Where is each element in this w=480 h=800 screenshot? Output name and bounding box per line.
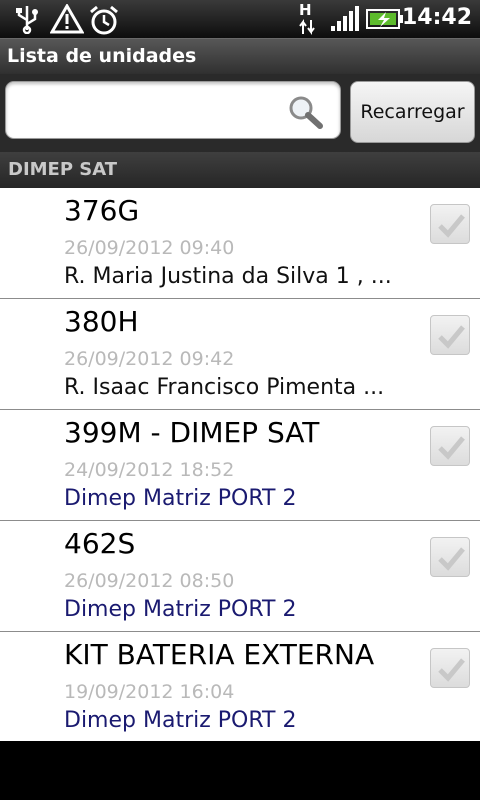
item-checkbox[interactable] xyxy=(430,648,470,688)
item-date: 26/09/2012 09:42 xyxy=(64,348,235,370)
clock: 14:42 xyxy=(401,5,472,30)
title-bar: Lista de unidades xyxy=(0,38,480,74)
alarm-icon xyxy=(90,5,118,35)
usb-icon xyxy=(16,6,38,34)
warning-icon xyxy=(50,4,84,34)
battery-charging-icon xyxy=(366,9,403,29)
signal-icon xyxy=(331,6,359,31)
item-checkbox[interactable] xyxy=(430,426,470,466)
unit-list: 376G 26/09/2012 09:40 R. Maria Justina d… xyxy=(0,188,480,741)
section-label: DIMEP SAT xyxy=(8,159,118,180)
item-checkbox[interactable] xyxy=(430,315,470,355)
search-row: Recarregar xyxy=(0,74,480,152)
list-item[interactable]: KIT BATERIA EXTERNA 19/09/2012 16:04 Dim… xyxy=(0,632,480,743)
list-item[interactable]: 380H 26/09/2012 09:42 R. Isaac Francisco… xyxy=(0,299,480,410)
item-title: 399M - DIMEP SAT xyxy=(64,416,320,449)
item-subtitle: R. Maria Justina da Silva 1 , ... xyxy=(64,264,392,289)
item-date: 24/09/2012 18:52 xyxy=(64,459,235,481)
item-date: 19/09/2012 16:04 xyxy=(64,681,235,703)
section-header: DIMEP SAT xyxy=(0,152,480,188)
network-type-label: H xyxy=(299,1,312,19)
item-title: KIT BATERIA EXTERNA xyxy=(64,638,375,671)
list-item[interactable]: 462S 26/09/2012 08:50 Dimep Matriz PORT … xyxy=(0,521,480,632)
item-checkbox[interactable] xyxy=(430,204,470,244)
status-bar: H 14:42 xyxy=(0,0,480,38)
item-date: 26/09/2012 08:50 xyxy=(64,570,235,592)
item-title: 380H xyxy=(64,305,139,338)
page-title: Lista de unidades xyxy=(7,45,197,67)
checkmark-icon xyxy=(438,547,465,571)
item-subtitle: Dimep Matriz PORT 2 xyxy=(64,486,297,511)
checkmark-icon xyxy=(438,658,465,682)
item-subtitle: Dimep Matriz PORT 2 xyxy=(64,597,297,622)
item-subtitle: Dimep Matriz PORT 2 xyxy=(64,708,297,733)
item-title: 462S xyxy=(64,527,136,560)
list-item[interactable]: 399M - DIMEP SAT 24/09/2012 18:52 Dimep … xyxy=(0,410,480,521)
network-arrows-icon xyxy=(299,19,315,35)
item-date: 26/09/2012 09:40 xyxy=(64,237,235,259)
item-title: 376G xyxy=(64,194,140,227)
checkmark-icon xyxy=(438,325,465,349)
bottom-area xyxy=(0,741,480,800)
list-item[interactable]: 376G 26/09/2012 09:40 R. Maria Justina d… xyxy=(0,188,480,299)
checkmark-icon xyxy=(438,436,465,460)
search-icon[interactable] xyxy=(286,94,326,130)
item-subtitle: R. Isaac Francisco Pimenta ... xyxy=(64,375,385,400)
item-checkbox[interactable] xyxy=(430,537,470,577)
reload-button[interactable]: Recarregar xyxy=(350,81,475,143)
checkmark-icon xyxy=(438,214,465,238)
